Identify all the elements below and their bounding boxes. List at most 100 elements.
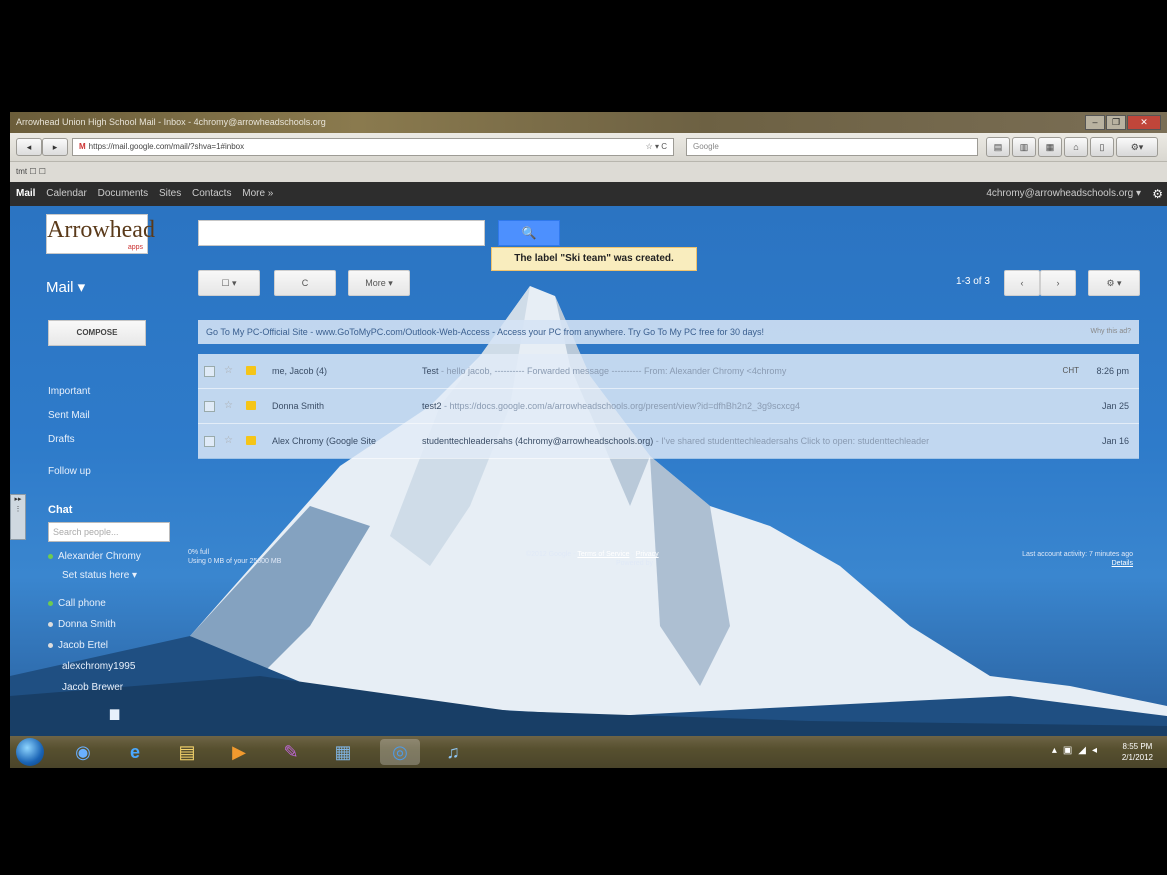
sidebar-item-drafts[interactable]: Drafts [48, 434, 75, 445]
taskbar: ◉ e ▤ ▶ ✎ ▦ ◎ ♫ ▴▣◢◂ 8:55 PM 2/1/2012 [10, 736, 1167, 768]
forward-button[interactable]: ▸ [42, 138, 68, 156]
logo-apps-label: apps [127, 244, 143, 251]
maximize-button[interactable]: ❐ [1106, 115, 1126, 130]
bookmarks-bar: tmt ☐ ☐ [10, 162, 1167, 182]
window-controls: – ❐ ✕ [1084, 115, 1161, 130]
paint-icon[interactable]: ▦ [328, 739, 358, 765]
chat-contact-name: Jacob Ertel [58, 640, 109, 651]
mail-menu[interactable]: Mail ▾ [46, 278, 85, 296]
close-button[interactable]: ✕ [1127, 115, 1161, 130]
desktop-screen: Arrowhead Union High School Mail - Inbox… [10, 112, 1167, 768]
home-icon[interactable]: ⌂ [1064, 137, 1088, 157]
star-icon[interactable]: ☆ [224, 354, 233, 388]
back-button[interactable]: ◂ [16, 138, 42, 156]
activity-text: Last account activity: 7 minutes ago [1022, 551, 1133, 558]
gmail-content: Arrowhead apps 🔍 The label "Ski team" wa… [10, 206, 1167, 736]
sidebar-item-follow-up[interactable]: Follow up [48, 466, 91, 477]
message-row[interactable]: ☆ me, Jacob (4) Test - hello jacob, ----… [198, 354, 1139, 389]
search-button[interactable]: 🔍 [498, 220, 560, 246]
gbar-sites[interactable]: Sites [159, 188, 181, 199]
chat-search-input[interactable]: Search people... [48, 522, 170, 542]
more-button[interactable]: More ▾ [348, 270, 410, 296]
explorer-icon[interactable]: ▤ [172, 739, 202, 765]
side-panel-handle[interactable]: ▸▸ ⋮ [10, 494, 26, 540]
system-tray[interactable]: ▴▣◢◂ [1052, 745, 1103, 756]
bookmarks-icon[interactable]: ▦ [1038, 137, 1062, 157]
gbar-documents[interactable]: Documents [98, 188, 149, 199]
account-menu[interactable]: 4chromy@arrowheadschools.org ▾ [986, 182, 1141, 206]
clock[interactable]: 8:55 PM 2/1/2012 [1122, 741, 1153, 763]
start-button[interactable] [16, 738, 44, 766]
refresh-button[interactable]: C [274, 270, 336, 296]
next-page-button[interactable]: › [1040, 270, 1076, 296]
message-row[interactable]: ☆ Donna Smith test2 - https://docs.googl… [198, 389, 1139, 424]
select-button[interactable]: ☐ ▾ [198, 270, 260, 296]
gbar-contacts[interactable]: Contacts [192, 188, 231, 199]
chat-self[interactable]: Alexander Chromy [48, 551, 141, 562]
chat-contact[interactable]: Jacob Brewer [62, 682, 123, 693]
firefox-icon[interactable]: ◎ [380, 739, 420, 765]
importance-marker-icon[interactable] [246, 436, 256, 445]
star-icon[interactable]: ☆ [224, 424, 233, 458]
status-dot-icon [48, 621, 53, 627]
details-link[interactable]: Details [1112, 560, 1133, 567]
gbar-gear-icon[interactable]: ⚙ [1152, 182, 1163, 206]
url-actions[interactable]: ☆ ▾ C [646, 139, 667, 155]
terms-link[interactable]: Terms of Service [577, 551, 629, 558]
settings-button[interactable]: ⚙ ▾ [1088, 270, 1140, 296]
message-checkbox[interactable] [204, 436, 215, 447]
tools-menu-icon[interactable]: ⚙▾ [1116, 137, 1158, 157]
gbar-mail[interactable]: Mail [16, 188, 35, 199]
snippet-text: - hello jacob, ---------- Forwarded mess… [438, 366, 787, 376]
chrome-icon[interactable]: ◉ [68, 739, 98, 765]
print-icon[interactable]: ▤ [986, 137, 1010, 157]
chat-self-name: Alexander Chromy [58, 551, 141, 562]
ad-text[interactable]: Go To My PC-Official Site - www.GoToMyPC… [206, 327, 764, 337]
copyright: ©2012 Google - Terms of Service - Privac… [526, 551, 659, 567]
chat-contact[interactable]: Donna Smith [48, 619, 116, 630]
sidebar-item-sent-mail[interactable]: Sent Mail [48, 410, 90, 421]
url-text: https://mail.google.com/mail/?shva=1#inb… [88, 142, 245, 151]
storage-text: Using 0 MB of your 25600 MB [188, 558, 282, 565]
url-bar[interactable]: Mhttps://mail.google.com/mail/?shva=1#in… [72, 138, 674, 156]
why-this-ad-link[interactable]: Why this ad? [1091, 320, 1131, 344]
ie-icon[interactable]: e [120, 739, 150, 765]
message-subject: Test - hello jacob, ---------- Forwarded… [422, 354, 1052, 388]
chat-contact[interactable]: alexchromy1995 [62, 661, 135, 672]
chat-contact[interactable]: Jacob Ertel [48, 640, 108, 651]
mail-search-input[interactable] [198, 220, 485, 246]
message-sender: Alex Chromy (Google Site [272, 436, 377, 446]
message-row[interactable]: ☆ Alex Chromy (Google Site studenttechle… [198, 424, 1139, 459]
sidebar-item-important[interactable]: Important [48, 386, 90, 397]
message-date: Jan 25 [1101, 401, 1129, 411]
media-player-icon[interactable]: ▶ [224, 739, 254, 765]
message-checkbox[interactable] [204, 366, 215, 377]
chat-bubble-icon[interactable]: ▆ [110, 706, 119, 720]
page-menu-icon[interactable]: ▯ [1090, 137, 1114, 157]
browser-toolbar: ◂ ▸ Mhttps://mail.google.com/mail/?shva=… [10, 133, 1167, 162]
gbar-more[interactable]: More » [242, 188, 273, 199]
importance-marker-icon[interactable] [246, 401, 256, 410]
chat-contact[interactable]: Call phone [48, 598, 106, 609]
privacy-link[interactable]: Privacy [636, 551, 659, 558]
star-icon[interactable]: ☆ [224, 389, 233, 423]
subject-text: studenttechleadersahs (4chromy@arrowhead… [422, 436, 654, 446]
arrowhead-logo[interactable]: Arrowhead apps [46, 214, 155, 254]
logo-text: Arrowhead [47, 217, 155, 243]
browser-search-input[interactable]: Google [686, 138, 978, 156]
importance-marker-icon[interactable] [246, 366, 256, 375]
minimize-button[interactable]: – [1085, 115, 1105, 130]
prev-page-button[interactable]: ‹ [1004, 270, 1040, 296]
ad-banner[interactable]: Go To My PC-Official Site - www.GoToMyPC… [198, 320, 1139, 344]
bookmarks-items[interactable]: tmt ☐ ☐ [16, 167, 46, 176]
reader-icon[interactable]: ▥ [1012, 137, 1036, 157]
chat-status[interactable]: Set status here ▾ [62, 570, 137, 581]
message-list: ☆ me, Jacob (4) Test - hello jacob, ----… [198, 354, 1139, 459]
message-checkbox[interactable] [204, 401, 215, 412]
gbar-calendar[interactable]: Calendar [46, 188, 87, 199]
online-status-icon [48, 553, 53, 559]
onenote-icon[interactable]: ✎ [276, 739, 306, 765]
itunes-icon[interactable]: ♫ [438, 739, 468, 765]
compose-button[interactable]: COMPOSE [48, 320, 146, 346]
message-subject: studenttechleadersahs (4chromy@arrowhead… [422, 424, 1052, 458]
